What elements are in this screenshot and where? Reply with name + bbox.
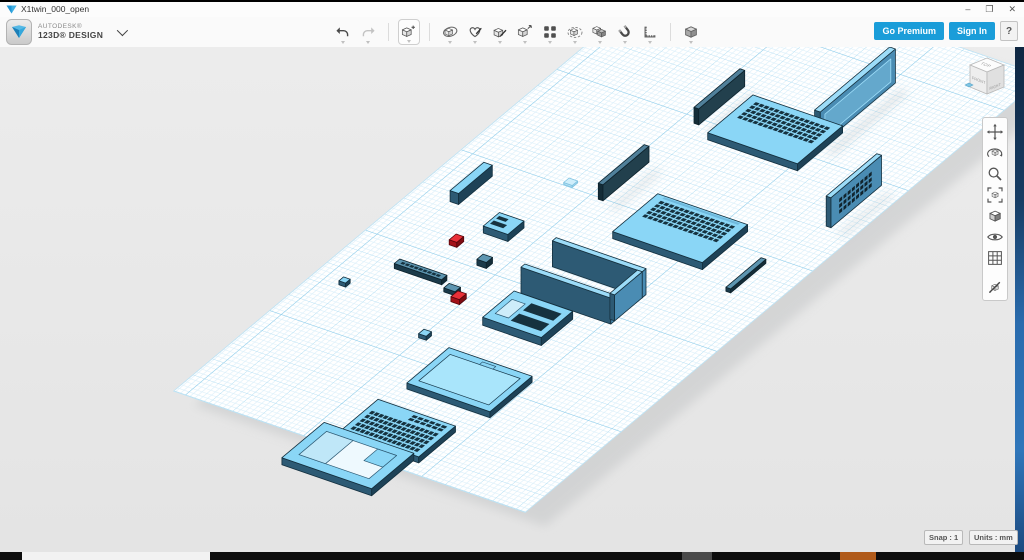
view-cube[interactable]: TOP FRONT RIGHT — [963, 55, 1011, 101]
dropdown-caret-icon — [523, 41, 527, 44]
minimize-button[interactable]: – — [965, 2, 970, 17]
dropdown-caret-icon — [623, 41, 627, 44]
measure-icon — [642, 24, 658, 40]
dropdown-caret-icon — [498, 41, 502, 44]
sign-in-button[interactable]: Sign In — [949, 22, 995, 40]
tool-icon-row — [332, 17, 702, 47]
toolbar-separator — [429, 23, 430, 41]
account-buttons: Go Premium Sign In ? — [874, 21, 1018, 41]
undo-button[interactable] — [332, 19, 354, 45]
scene-3d[interactable] — [0, 47, 1016, 552]
grouping-icon — [567, 24, 583, 40]
pattern-icon — [542, 24, 558, 40]
dropdown-caret-icon — [407, 40, 411, 43]
dropdown-caret-icon — [366, 41, 370, 44]
restore-button[interactable]: ❐ — [985, 2, 993, 17]
grid-toggle-button[interactable] — [985, 248, 1005, 267]
workspace-menu-chevron-icon[interactable] — [117, 25, 128, 36]
dropdown-caret-icon — [648, 41, 652, 44]
go-premium-button[interactable]: Go Premium — [874, 22, 944, 40]
taskbar-segment-2 — [840, 552, 876, 560]
snap-button[interactable] — [614, 19, 636, 45]
fit-button[interactable] — [985, 185, 1005, 204]
shade-icon — [986, 207, 1004, 225]
primitives-button[interactable] — [398, 19, 420, 45]
grid-icon — [986, 249, 1004, 267]
sketch-visibility-button[interactable] — [985, 277, 1005, 296]
toolbar-separator — [388, 23, 389, 41]
brand-123d-design: 123D® DESIGN — [38, 31, 103, 40]
construct-button[interactable] — [489, 19, 511, 45]
snap-setting[interactable]: Snap : 1 — [924, 530, 963, 545]
help-button[interactable]: ? — [1000, 21, 1018, 41]
transform-button[interactable] — [439, 19, 461, 45]
redo-button[interactable] — [357, 19, 379, 45]
material-icon — [683, 24, 699, 40]
brand-block[interactable]: AUTODESK® 123D® DESIGN — [6, 18, 125, 46]
viewport[interactable]: TOP FRONT RIGHT Snap : 1 Units : mm — [0, 47, 1024, 552]
taskbar-segment-1 — [682, 552, 712, 560]
primitives-icon — [401, 24, 417, 40]
pan-icon — [986, 123, 1004, 141]
sketchvis-icon — [986, 278, 1004, 296]
sketch-button[interactable] — [464, 19, 486, 45]
pan-button[interactable] — [985, 122, 1005, 141]
combine-icon — [592, 24, 608, 40]
brand-text: AUTODESK® 123D® DESIGN — [38, 24, 103, 40]
transform-icon — [442, 24, 458, 40]
undo-icon — [335, 24, 351, 40]
redo-icon — [360, 24, 376, 40]
123d-logo-icon — [6, 19, 32, 45]
background-window-edge — [1015, 47, 1024, 552]
combine-button[interactable] — [589, 19, 611, 45]
snap-icon — [617, 24, 633, 40]
pattern-button[interactable] — [539, 19, 561, 45]
orbit-icon — [986, 144, 1004, 162]
app-window: X1twin_000_open –❐ ✕ AUTODESK® 123D® DESI… — [0, 0, 1024, 560]
close-button[interactable]: ✕ — [1008, 2, 1016, 17]
dropdown-caret-icon — [598, 41, 602, 44]
window-controls: –❐ ✕ — [965, 2, 1016, 17]
background-taskbar — [0, 552, 1024, 560]
eye-icon — [986, 228, 1004, 246]
navigation-bar — [982, 117, 1008, 301]
zoom-icon — [986, 165, 1004, 183]
sketch-icon — [467, 24, 483, 40]
window-title: X1twin_000_open — [21, 4, 89, 14]
orbit-button[interactable] — [985, 143, 1005, 162]
taskbar-segment-0 — [22, 552, 210, 560]
zoom-button[interactable] — [985, 164, 1005, 183]
dropdown-caret-icon — [473, 41, 477, 44]
app-logo-icon — [6, 4, 17, 15]
dropdown-caret-icon — [689, 41, 693, 44]
units-setting[interactable]: Units : mm — [969, 530, 1018, 545]
toolbar-separator — [670, 23, 671, 41]
title-bar: X1twin_000_open –❐ ✕ — [0, 2, 1024, 18]
grouping-button[interactable] — [564, 19, 586, 45]
modify-button[interactable] — [514, 19, 536, 45]
construct-icon — [492, 24, 508, 40]
material-button[interactable] — [680, 19, 702, 45]
modify-icon — [517, 24, 533, 40]
shading-button[interactable] — [985, 206, 1005, 225]
main-toolbar: AUTODESK® 123D® DESIGN Go Premium Sign I… — [0, 17, 1024, 48]
dropdown-caret-icon — [548, 41, 552, 44]
visibility-button[interactable] — [985, 227, 1005, 246]
fit-icon — [986, 186, 1004, 204]
dropdown-caret-icon — [573, 41, 577, 44]
measure-button[interactable] — [639, 19, 661, 45]
dropdown-caret-icon — [448, 41, 452, 44]
dropdown-caret-icon — [341, 41, 345, 44]
